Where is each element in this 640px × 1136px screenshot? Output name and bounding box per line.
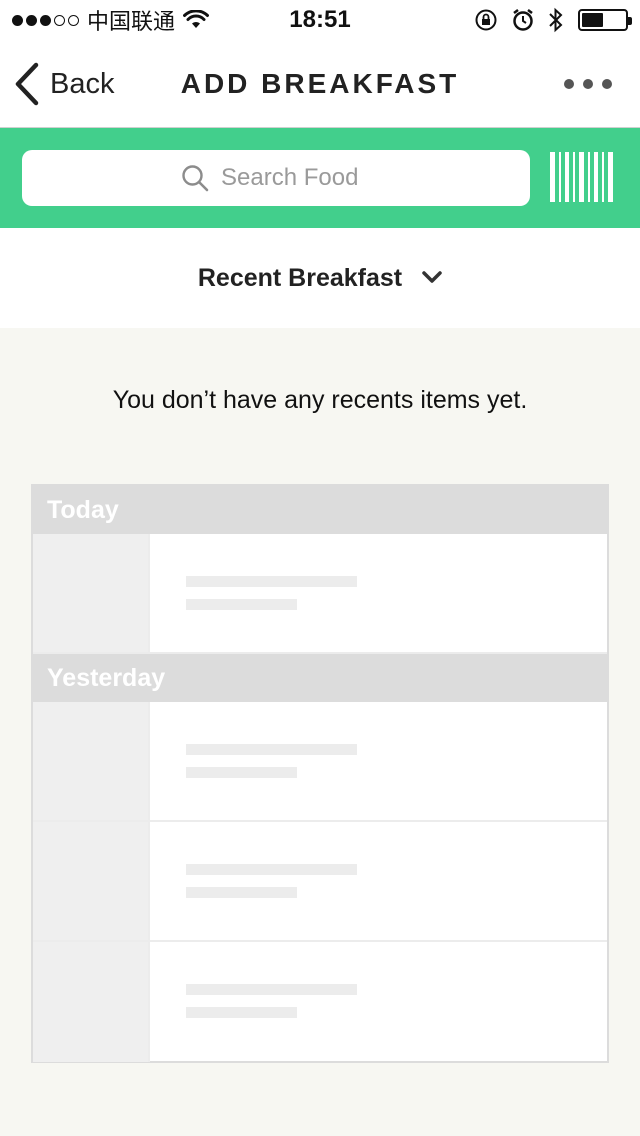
wifi-icon	[183, 10, 210, 28]
placeholder-row	[33, 942, 607, 1062]
chevron-left-icon	[15, 62, 39, 106]
placeholder-row	[33, 702, 607, 822]
placeholder-thumbnail	[33, 942, 150, 1062]
battery-icon	[578, 9, 632, 31]
more-options-button[interactable]	[564, 72, 612, 96]
status-bar: 中国联通 18:51	[0, 0, 640, 40]
back-label: Back	[50, 67, 115, 100]
section-header-today: Today	[33, 486, 607, 534]
recent-meal-dropdown[interactable]: Recent Breakfast	[0, 228, 640, 328]
bluetooth-icon	[549, 7, 563, 33]
section-header-yesterday: Yesterday	[33, 654, 607, 702]
ellipsis-icon	[564, 79, 574, 89]
placeholder-thumbnail	[33, 822, 150, 940]
barcode-scan-button[interactable]	[549, 152, 615, 202]
search-icon	[182, 165, 209, 192]
orientation-lock-icon	[475, 9, 497, 31]
navigation-bar: Back ADD BREAKFAST	[0, 40, 640, 128]
placeholder-row	[33, 822, 607, 942]
search-bar	[0, 128, 640, 228]
signal-strength-icon	[12, 14, 79, 26]
empty-state-illustration: Today Yesterday	[31, 484, 609, 1063]
chevron-down-icon	[422, 271, 442, 283]
barcode-icon	[550, 152, 613, 202]
back-button[interactable]: Back	[14, 60, 114, 108]
recent-meal-label: Recent Breakfast	[197, 263, 403, 292]
search-field[interactable]	[22, 150, 530, 206]
placeholder-row	[33, 534, 607, 654]
carrier-name: 中国联通	[87, 9, 176, 34]
alarm-icon	[513, 9, 533, 31]
empty-state-message: You don’t have any recents items yet.	[112, 386, 528, 414]
placeholder-thumbnail	[33, 534, 150, 652]
placeholder-thumbnail	[33, 702, 150, 820]
search-input[interactable]	[221, 164, 371, 192]
